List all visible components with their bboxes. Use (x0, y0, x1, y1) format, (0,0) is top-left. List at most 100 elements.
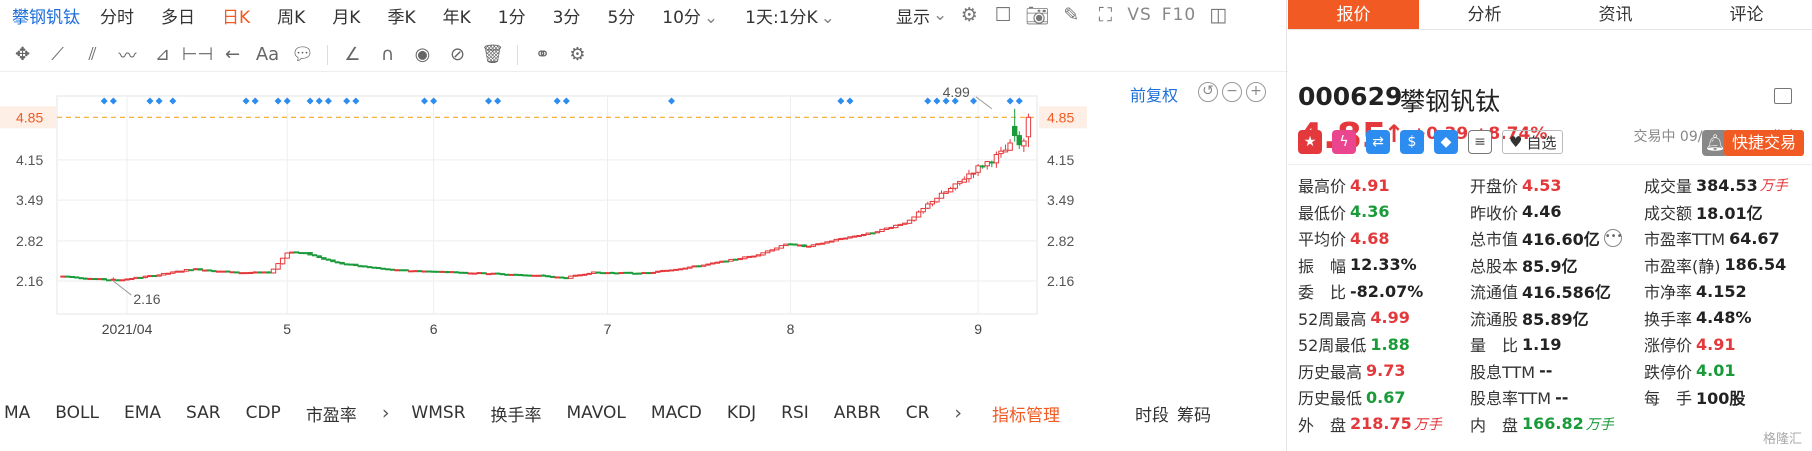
fib-tool-icon[interactable]: ⊿ (146, 41, 179, 69)
period-item[interactable]: 周K (277, 3, 305, 28)
period-item[interactable]: 3分 (553, 3, 581, 28)
event-marker[interactable] (352, 97, 360, 105)
angle-icon[interactable]: ∠ (336, 41, 369, 69)
indicator-item[interactable]: MA (0, 403, 30, 423)
event-marker[interactable] (283, 97, 291, 105)
dollar-icon[interactable]: $ (1400, 130, 1424, 154)
event-marker[interactable] (494, 97, 502, 105)
period-item[interactable]: 1分 (498, 3, 526, 28)
panel-tab[interactable]: 报价 (1288, 0, 1419, 29)
event-marker[interactable] (420, 97, 428, 105)
period-item[interactable]: 季K (387, 3, 415, 28)
event-marker[interactable] (155, 97, 163, 105)
indicator-item[interactable]: ARBR (834, 403, 881, 423)
magnet-icon[interactable]: ∩ (371, 41, 404, 69)
event-marker[interactable] (1006, 97, 1014, 105)
arrow-tool-icon[interactable]: ← (216, 41, 249, 69)
settings-icon[interactable]: ⚙ (957, 3, 981, 27)
pen-icon[interactable]: ✎ (1059, 3, 1083, 27)
stock-name-tab[interactable]: 攀钢钒钛 (0, 3, 80, 28)
text-tool-icon[interactable]: Aa (251, 41, 284, 69)
indicator-item[interactable]: EMA (124, 403, 161, 423)
event-marker[interactable] (109, 97, 117, 105)
indicator-item[interactable]: WMSR (411, 403, 465, 423)
period-button[interactable]: 时段 (1135, 401, 1169, 426)
event-marker[interactable] (933, 97, 941, 105)
more-icon[interactable]: ••• (1603, 229, 1622, 248)
display-dropdown[interactable]: 显示 (896, 3, 947, 28)
period-item[interactable]: 5分 (607, 3, 635, 28)
event-marker[interactable] (553, 97, 561, 105)
china-flag-icon[interactable]: ★ (1298, 130, 1322, 154)
menu-icon[interactable] (1774, 88, 1792, 104)
event-marker[interactable] (668, 97, 676, 105)
event-marker[interactable] (846, 97, 854, 105)
draw-settings-icon[interactable]: ⚙ (561, 41, 594, 69)
event-marker[interactable] (306, 97, 314, 105)
watchlist-button[interactable]: ♥ 自选 (1502, 130, 1564, 154)
channel-tool-icon[interactable]: ⫽ (76, 41, 109, 69)
indicator-item[interactable]: SAR (186, 403, 221, 423)
event-marker[interactable] (562, 97, 570, 105)
indicator-item[interactable]: MAVOL (567, 403, 626, 423)
tag-icon[interactable]: ◆ (1434, 130, 1458, 154)
fullscreen-icon[interactable]: ⛶ (1093, 3, 1117, 27)
event-marker[interactable] (242, 97, 250, 105)
event-marker[interactable] (251, 97, 259, 105)
panel-tab[interactable]: 分析 (1419, 0, 1550, 29)
event-marker[interactable] (924, 97, 932, 105)
quick-trade-button[interactable]: 快捷交易 (1723, 130, 1804, 156)
event-marker[interactable] (146, 97, 154, 105)
period-item[interactable]: 分时 (100, 3, 134, 28)
f10-button[interactable]: F10 (1162, 3, 1196, 27)
comment-icon[interactable]: 💬︎ (286, 41, 319, 69)
note-icon[interactable]: ≡ (1468, 130, 1492, 154)
kline-chart[interactable]: 4.85 4.85 4.15 4.15 3.49 3.49 2.82 2.82 2.16 2.16… (0, 74, 1286, 394)
event-marker[interactable] (169, 97, 177, 105)
line-tool-icon[interactable]: ⟋ (41, 41, 74, 69)
event-marker[interactable] (315, 97, 323, 105)
event-marker[interactable] (970, 97, 978, 105)
period-item[interactable]: 月K (332, 3, 360, 28)
eye-icon[interactable]: ◉ (406, 41, 439, 69)
trash-icon[interactable]: 🗑︎ (476, 41, 509, 69)
flash-icon[interactable]: ϟ (1332, 130, 1356, 154)
period-item[interactable]: 10分 (662, 3, 718, 28)
indicator-item[interactable]: BOLL (55, 403, 99, 423)
event-marker[interactable] (100, 97, 108, 105)
hide-icon[interactable]: ⊘ (441, 41, 474, 69)
chips-button[interactable]: 筹码 (1177, 401, 1211, 426)
link-icon[interactable]: ⚭ (526, 41, 559, 69)
shuffle-icon[interactable]: ⇄ (1366, 130, 1390, 154)
indicator-item[interactable]: RSI (781, 403, 809, 423)
indicator-item[interactable]: MACD (651, 403, 702, 423)
event-marker[interactable] (274, 97, 282, 105)
event-marker[interactable] (324, 97, 332, 105)
indicator-item[interactable]: 市盈率 (306, 401, 357, 426)
chevron-right-icon[interactable]: › (382, 402, 390, 424)
chevron-right-icon[interactable]: › (954, 402, 962, 424)
period-item[interactable]: 年K (443, 3, 471, 28)
indicator-item[interactable]: CR (906, 403, 930, 423)
period-item[interactable]: 多日 (161, 3, 195, 28)
wave-tool-icon[interactable]: 〰 (111, 41, 144, 69)
event-marker[interactable] (430, 97, 438, 105)
event-marker[interactable] (485, 97, 493, 105)
sidebar-toggle-icon[interactable]: ◫ (1206, 3, 1230, 27)
period-item[interactable]: 日K (222, 3, 250, 28)
intraday-period-dropdown[interactable]: 1天:1分K (745, 3, 835, 28)
indicator-item[interactable]: KDJ (727, 403, 756, 423)
panel-tab[interactable]: 资讯 (1550, 0, 1681, 29)
range-tool-icon[interactable]: ⊢⊣ (181, 41, 214, 69)
indicator-manage-button[interactable]: 指标管理 (992, 401, 1060, 426)
camera-icon[interactable]: 📷︎ (1025, 3, 1049, 27)
panel-tab[interactable]: 评论 (1681, 0, 1812, 29)
indicator-item[interactable]: 换手率 (491, 401, 542, 426)
event-marker[interactable] (1015, 97, 1023, 105)
event-marker[interactable] (837, 97, 845, 105)
indicator-item[interactable]: CDP (246, 403, 281, 423)
vs-button[interactable]: VS (1127, 3, 1151, 27)
square-style-icon[interactable]: ☐ (991, 3, 1015, 27)
crosshair-move-icon[interactable]: ✥ (6, 41, 39, 69)
event-marker[interactable] (343, 97, 351, 105)
